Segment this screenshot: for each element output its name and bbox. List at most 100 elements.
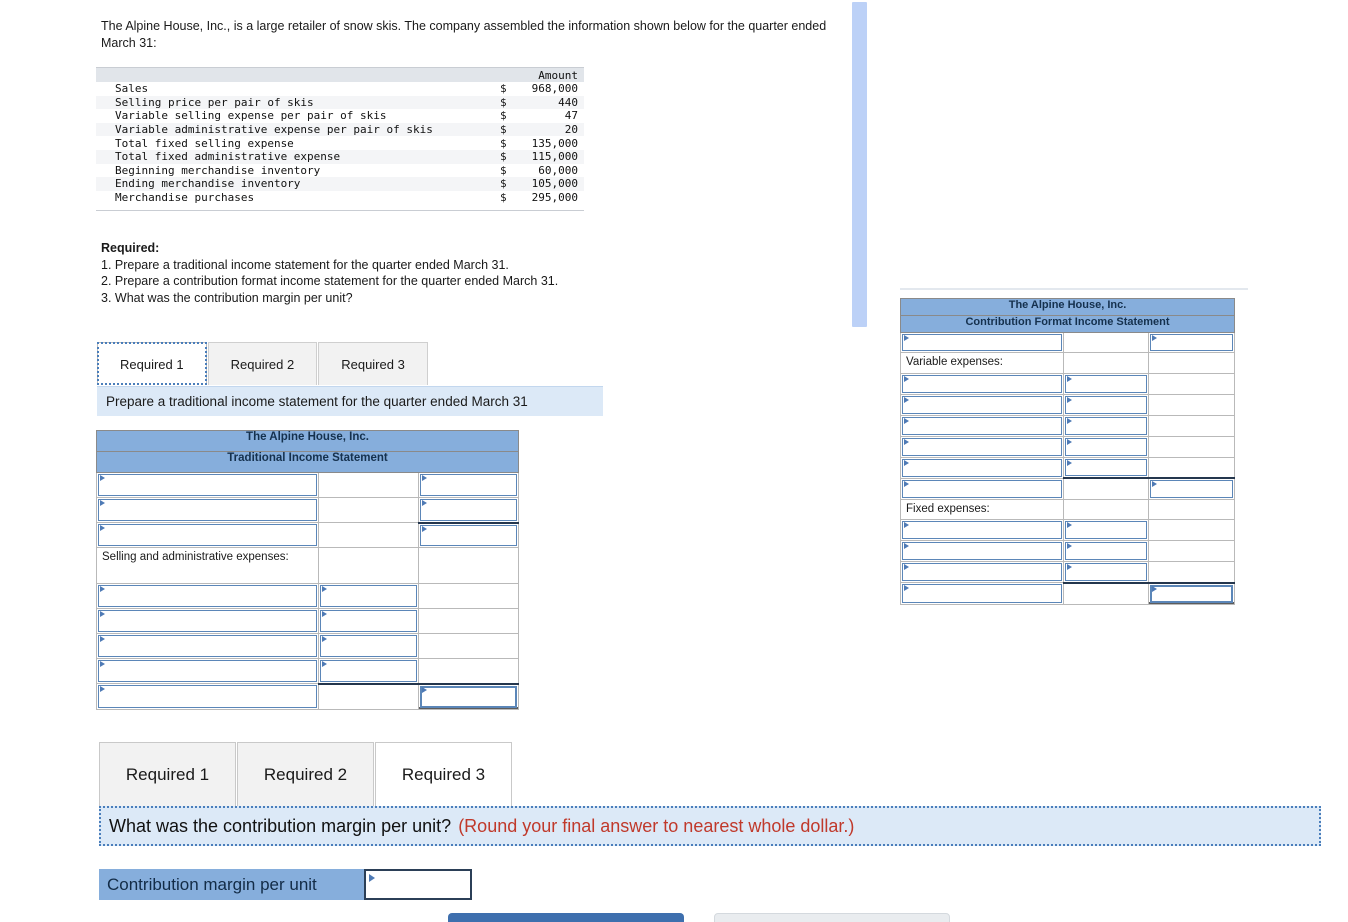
- currency-symbol: $: [500, 109, 507, 123]
- dropdown-arrow-icon: [1152, 481, 1158, 487]
- cf-amount-7a[interactable]: [1062, 456, 1150, 479]
- amount-cell-2b[interactable]: [418, 497, 519, 523]
- vertical-scrollbar-thumb[interactable]: [852, 2, 867, 327]
- dropdown-arrow-icon: [100, 611, 105, 617]
- tab-required-1-bottom[interactable]: Required 1: [99, 742, 236, 806]
- cf-amount-11b: [1148, 540, 1235, 562]
- table-row: Total fixed selling expense $135,000: [96, 136, 584, 150]
- dropdown-arrow-icon: [1066, 522, 1072, 528]
- amount-cell-6a[interactable]: [317, 608, 420, 634]
- cf-amount-13b[interactable]: [1148, 581, 1235, 605]
- tab-required-3-top[interactable]: Required 3: [318, 342, 428, 385]
- dropdown-arrow-icon: [100, 586, 105, 592]
- table-row: [900, 477, 1235, 500]
- amount-cell-5a[interactable]: [317, 583, 420, 609]
- tab-required-1-top[interactable]: Required 1: [97, 342, 207, 385]
- dropdown-arrow-icon: [100, 636, 105, 642]
- cf-amount-1a[interactable]: [1062, 332, 1150, 353]
- cf-amount-5a[interactable]: [1062, 414, 1150, 437]
- cf-account-select-11[interactable]: [900, 540, 1064, 562]
- cf-account-select-4[interactable]: [900, 393, 1064, 416]
- amount-cell-9a[interactable]: [317, 683, 420, 710]
- cf-account-select-7[interactable]: [900, 456, 1064, 479]
- table-row: Ending merchandise inventory $105,000: [96, 177, 584, 191]
- amount-cell-9b[interactable]: [418, 682, 519, 710]
- dropdown-arrow-icon: [904, 438, 909, 445]
- dropdown-arrow-icon: [422, 525, 428, 532]
- account-select-5[interactable]: [96, 583, 319, 609]
- amount-cell-7a[interactable]: [317, 633, 420, 659]
- amount-cell-1a[interactable]: [317, 472, 420, 498]
- cf-account-select-3[interactable]: [900, 372, 1064, 395]
- dropdown-arrow-icon: [1066, 459, 1072, 466]
- cf-amount-4a[interactable]: [1062, 393, 1150, 416]
- tab-required-2-top[interactable]: Required 2: [207, 342, 318, 385]
- row-label: Merchandise purchases: [115, 191, 255, 205]
- tab-label: Required 1: [120, 356, 184, 372]
- amount-cell-8a[interactable]: [317, 658, 420, 685]
- cf-amount-1b[interactable]: [1148, 332, 1235, 353]
- fixed-expenses-label: Fixed expenses:: [900, 498, 1064, 520]
- row-amount: 295,000: [531, 191, 578, 205]
- amount-cell-3b[interactable]: [418, 521, 519, 548]
- cf-amount-8b[interactable]: [1148, 477, 1235, 500]
- table-row: [900, 456, 1235, 479]
- top-instruction-bar: Prepare a traditional income statement f…: [97, 386, 603, 416]
- account-select-8[interactable]: [96, 658, 319, 684]
- cf-amount-6a[interactable]: [1062, 435, 1150, 458]
- cf-amount-8a[interactable]: [1062, 477, 1150, 500]
- amount-cell-1b[interactable]: [418, 472, 519, 498]
- cf-amount-3a[interactable]: [1062, 372, 1150, 395]
- row-label: Total fixed selling expense: [115, 136, 294, 150]
- account-select-6[interactable]: [96, 608, 319, 634]
- dropdown-arrow-icon: [1152, 335, 1158, 341]
- account-select-2[interactable]: [96, 497, 319, 523]
- account-select-1[interactable]: [96, 472, 319, 498]
- account-select-9[interactable]: [96, 683, 319, 710]
- submit-button[interactable]: [448, 913, 684, 922]
- cf-account-select-6[interactable]: [900, 435, 1064, 458]
- row-label: Selling price per pair of skis: [115, 95, 314, 109]
- dropdown-arrow-icon: [1066, 396, 1072, 403]
- statement-title: Traditional Income Statement: [96, 451, 519, 473]
- answer-row: Contribution margin per unit: [99, 869, 472, 900]
- cf-amount-2b: [1148, 352, 1235, 374]
- dropdown-arrow-icon: [100, 500, 105, 506]
- cf-account-select-10[interactable]: [900, 519, 1064, 541]
- cf-account-select-12[interactable]: [900, 561, 1064, 583]
- cf-amount-12b: [1148, 561, 1235, 583]
- account-select-7[interactable]: [96, 633, 319, 659]
- amount-cell-7b: [418, 633, 519, 659]
- variable-expenses-label: Variable expenses:: [900, 352, 1064, 374]
- account-select-3[interactable]: [96, 522, 319, 548]
- bottom-tab-strip: Required 1 Required 2 Required 3: [99, 742, 513, 806]
- dropdown-arrow-icon: [100, 525, 105, 531]
- table-row: Total fixed administrative expense $115,0…: [96, 149, 584, 164]
- tab-required-2-bottom[interactable]: Required 2: [237, 742, 374, 806]
- dropdown-arrow-icon: [422, 500, 428, 506]
- secondary-button[interactable]: [714, 913, 950, 922]
- tab-required-3-bottom[interactable]: Required 3: [375, 742, 512, 806]
- cf-amount-11a[interactable]: [1062, 540, 1150, 562]
- cf-amount-13a[interactable]: [1062, 582, 1150, 605]
- table-row: Beginning merchandise inventory $60,000: [96, 164, 584, 178]
- company-title: The Alpine House, Inc.: [96, 430, 519, 452]
- dropdown-arrow-icon: [904, 564, 909, 570]
- cf-amount-4b: [1148, 393, 1235, 416]
- cf-account-select-13[interactable]: [900, 582, 1064, 605]
- table-row: [900, 540, 1235, 562]
- cf-account-select-5[interactable]: [900, 414, 1064, 437]
- amount-cell-2a[interactable]: [317, 497, 420, 523]
- cf-account-select-8[interactable]: [900, 477, 1064, 500]
- amount-cell-5b: [418, 583, 519, 609]
- row-label: Total fixed administrative expense: [115, 150, 341, 164]
- dropdown-arrow-icon: [904, 585, 909, 591]
- cf-account-select-1[interactable]: [900, 332, 1064, 353]
- currency-symbol: $: [500, 177, 507, 191]
- cf-amount-12a[interactable]: [1062, 561, 1150, 584]
- contribution-margin-per-unit-input[interactable]: [364, 869, 472, 900]
- dropdown-arrow-icon: [321, 586, 327, 592]
- amount-cell-3a[interactable]: [317, 522, 420, 548]
- amount-cell-6b: [418, 608, 519, 634]
- cf-amount-10a[interactable]: [1062, 519, 1150, 541]
